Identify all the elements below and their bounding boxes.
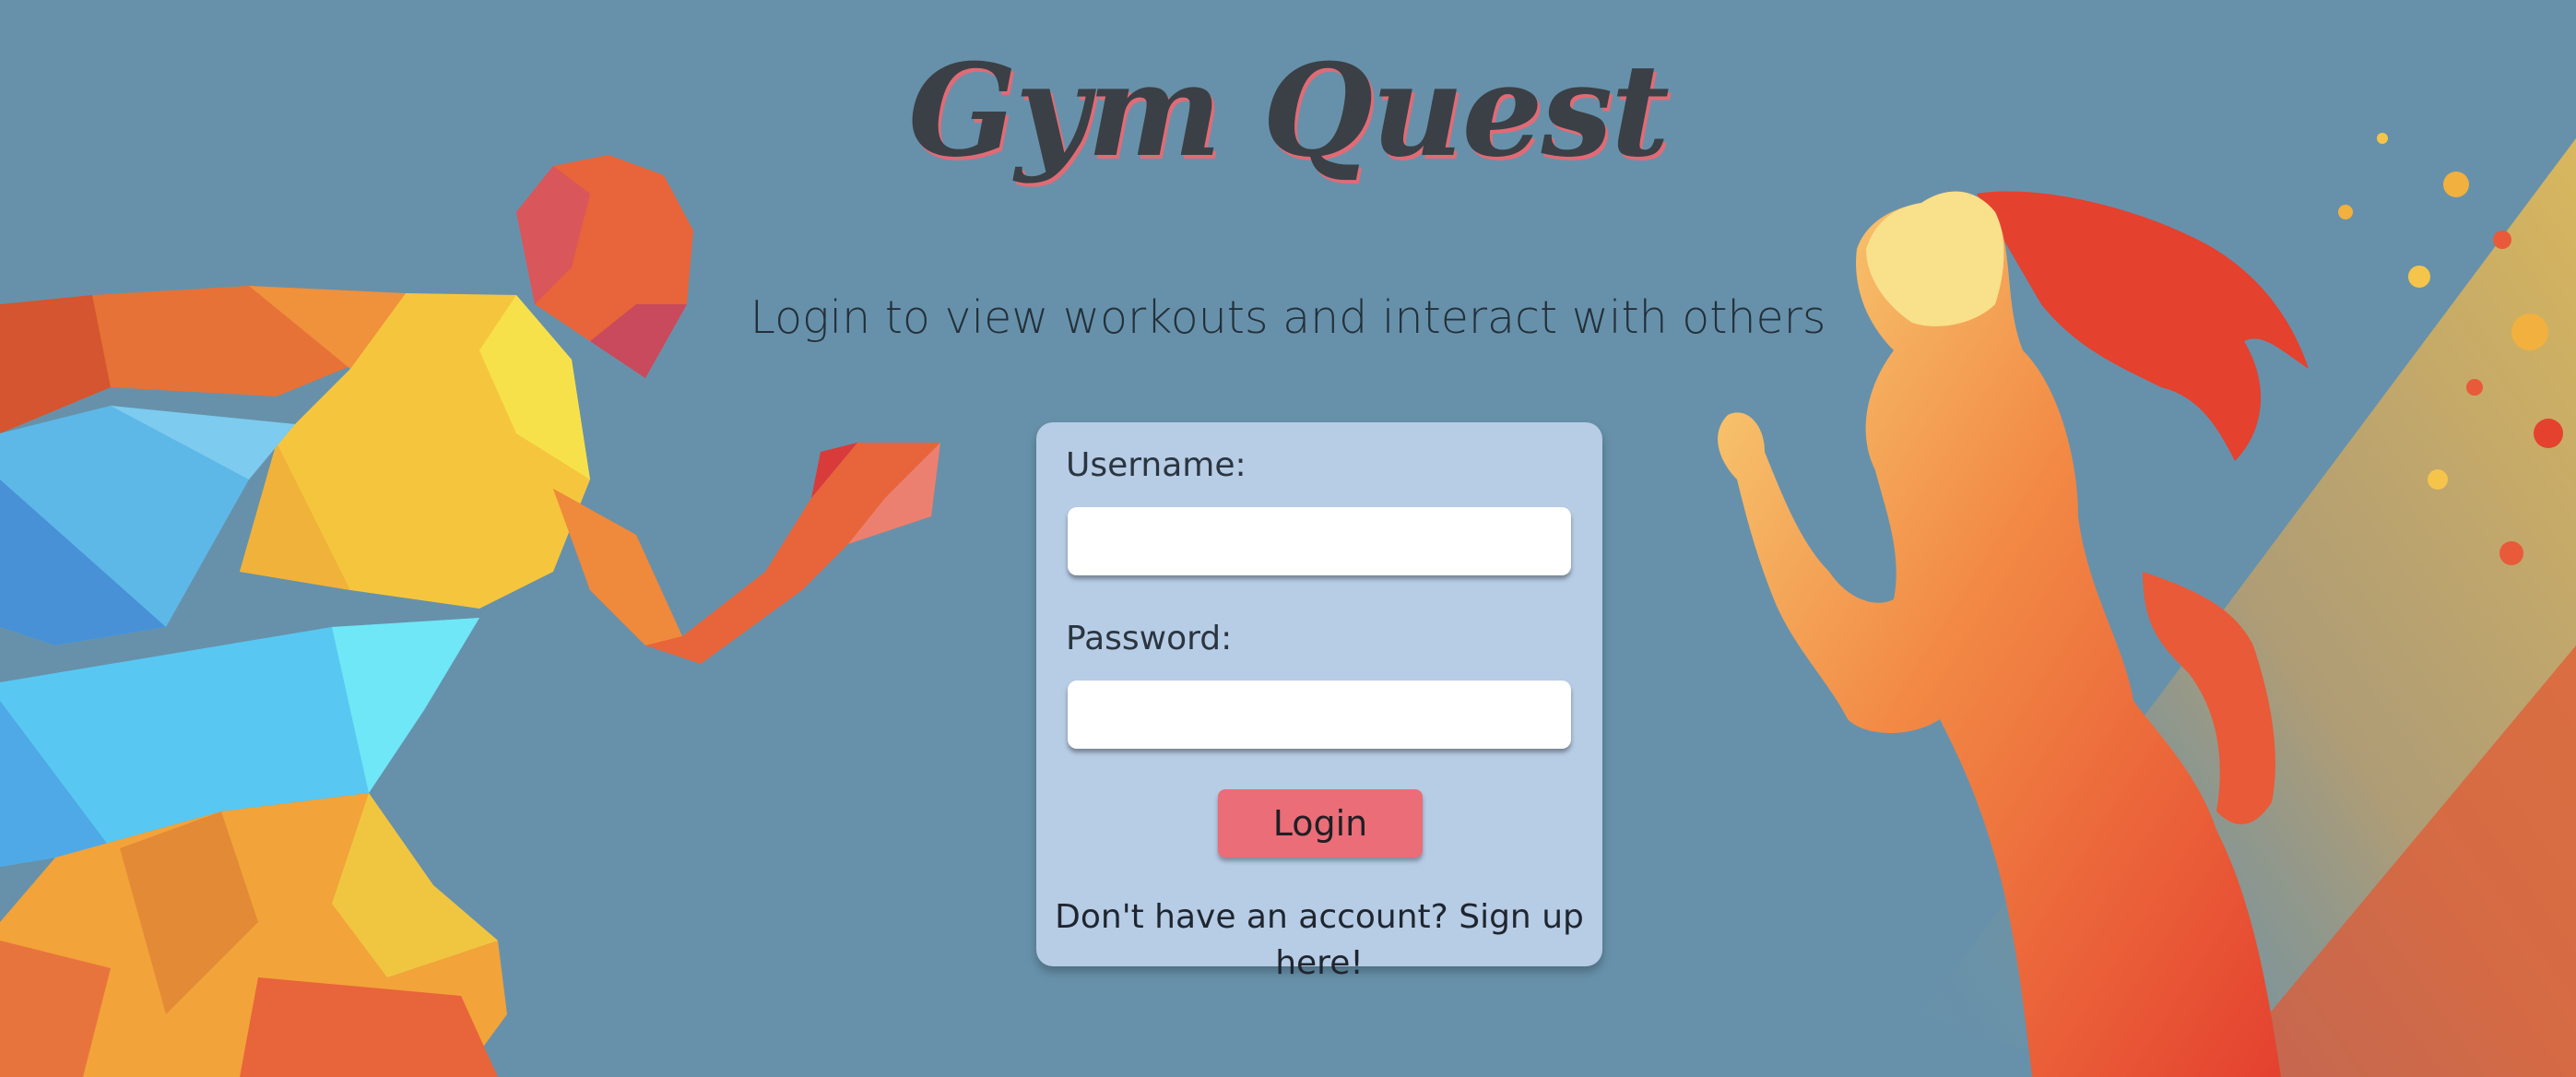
login-card: Username: Password: Login Don't have an … [1036,422,1602,982]
signup-link[interactable]: Don't have an account? Sign up here! [1036,894,1602,987]
username-label: Username: [1066,446,1247,484]
app-title: Gym Quest [908,35,1670,185]
login-button[interactable]: Login [1218,789,1423,858]
page-subtitle: Login to view workouts and interact with… [750,291,1826,344]
password-input[interactable] [1068,681,1571,749]
username-input[interactable] [1068,507,1571,575]
password-label: Password: [1066,620,1233,657]
